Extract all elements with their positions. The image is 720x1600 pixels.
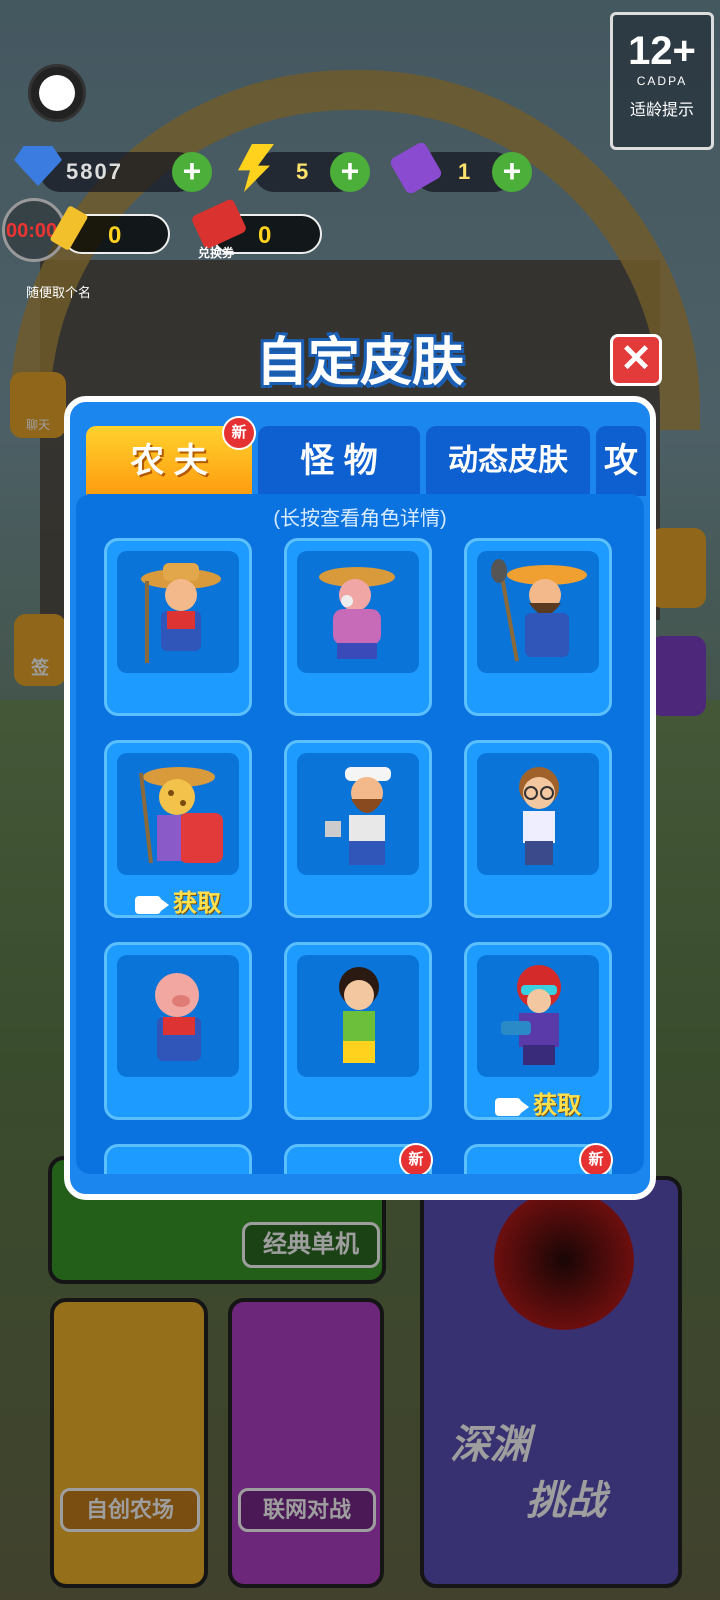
get-skin-label: 获取	[533, 1092, 581, 1119]
age-rating-badge: 12+ CADPA 适龄提示	[610, 12, 714, 150]
ticket-value: 1	[458, 159, 471, 184]
new-badge: 新	[222, 416, 256, 450]
tab-attack[interactable]: 攻	[596, 426, 646, 496]
age-rating: 12+	[628, 29, 696, 73]
long-press-hint: (长按查看角色详情)	[273, 508, 447, 530]
skin-card[interactable]: 获取	[464, 942, 612, 1120]
new-badge: 新	[399, 1143, 433, 1174]
skin-portrait	[297, 551, 419, 673]
tab-monster[interactable]: 怪 物	[258, 426, 420, 496]
skin-grid-container: (长按查看角色详情) 获取 获取 新 新	[76, 494, 644, 1174]
skin-portrait	[297, 753, 419, 875]
skin-tabs: 农 夫 新 怪 物 动态皮肤 攻	[86, 416, 650, 496]
energy-value: 5	[296, 159, 309, 184]
skin-portrait	[477, 753, 599, 875]
get-skin-button[interactable]: 获取	[467, 1085, 609, 1120]
skin-card[interactable]	[284, 740, 432, 918]
farmer-pitchfork-icon	[141, 563, 221, 663]
video-icon	[495, 1097, 529, 1116]
avatar[interactable]	[28, 64, 86, 122]
skin-card[interactable]	[104, 942, 252, 1120]
tab-dynamic-skin-label: 动态皮肤	[448, 444, 568, 477]
skin-card[interactable]	[464, 740, 612, 918]
skin-card[interactable]	[284, 942, 432, 1120]
close-button[interactable]: ✕	[610, 334, 662, 386]
skin-dialog: 农 夫 新 怪 物 动态皮肤 攻 (长按查看角色详情) 获取 获取 新 新	[64, 396, 656, 1200]
exchange-ticket-value: 0	[258, 222, 272, 249]
add-diamond-button[interactable]: +	[172, 152, 212, 192]
gold-ticket-value: 0	[108, 222, 122, 249]
farmer-pig-icon	[155, 973, 201, 1061]
skin-card[interactable]: 新	[284, 1143, 433, 1174]
farmer-leopard-icon	[139, 767, 223, 864]
farmer-shovel-beard-icon	[491, 559, 587, 662]
skin-portrait	[117, 551, 239, 673]
random-name-button[interactable]: 随便取个名	[26, 252, 106, 300]
video-icon	[135, 895, 169, 914]
skin-card[interactable]	[284, 538, 432, 716]
get-skin-label: 获取	[173, 890, 221, 917]
rating-org: CADPA	[636, 74, 688, 88]
random-name-label: 随便取个名	[26, 285, 92, 300]
skin-card[interactable]	[104, 538, 252, 716]
skin-portrait	[477, 551, 599, 673]
exchange-ticket-label: 兑换券	[198, 246, 235, 260]
tab-attack-label: 攻	[604, 442, 638, 480]
get-skin-button[interactable]: 获取	[107, 883, 249, 918]
diamond-value: 5807	[66, 159, 123, 184]
add-ticket-button[interactable]: +	[492, 152, 532, 192]
skin-card[interactable]	[104, 1144, 252, 1174]
tab-dynamic-skin[interactable]: 动态皮肤	[426, 426, 590, 496]
age-tip: 适龄提示	[629, 102, 694, 119]
add-energy-button[interactable]: +	[330, 152, 370, 192]
skin-card[interactable]: 新	[464, 1143, 613, 1174]
new-badge: 新	[579, 1143, 613, 1174]
skin-portrait	[117, 753, 239, 875]
farmer-axe-bandana-icon	[325, 767, 391, 865]
skin-portrait	[477, 955, 599, 1077]
tab-monster-label: 怪 物	[300, 442, 378, 480]
close-icon: ✕	[620, 338, 652, 380]
farmer-old-lady-icon	[319, 567, 395, 659]
skin-card[interactable]: 获取	[104, 740, 252, 918]
farmer-helmet-gunner-icon	[501, 965, 561, 1065]
skin-card[interactable]	[464, 538, 612, 716]
skin-portrait	[117, 955, 239, 1077]
skin-portrait	[297, 955, 419, 1077]
avatar-face	[39, 75, 75, 111]
farmer-kid-icon	[339, 967, 379, 1063]
farmer-nerd-icon	[519, 767, 559, 865]
tab-farmer-label: 农 夫	[130, 442, 208, 480]
